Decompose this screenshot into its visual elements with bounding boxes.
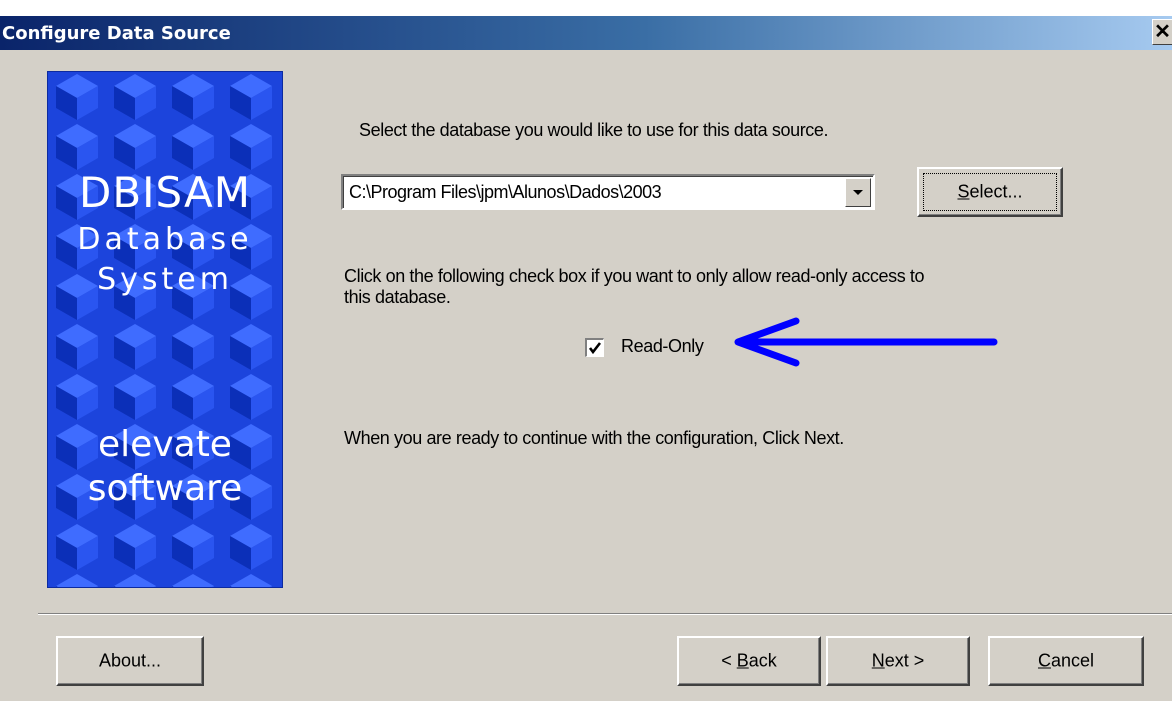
checkmark-icon bbox=[588, 342, 602, 355]
close-icon: ✕ bbox=[1154, 21, 1171, 43]
readonly-checkbox-label[interactable]: Read-Only bbox=[621, 336, 704, 357]
banner-line-system: System bbox=[97, 262, 233, 297]
database-path-value: C:\Program Files\jpm\Alunos\Dados\2003 bbox=[349, 182, 662, 202]
cancel-button[interactable]: Cancel bbox=[988, 636, 1144, 686]
readonly-checkbox[interactable] bbox=[585, 338, 604, 357]
combo-dropdown-button[interactable] bbox=[845, 178, 871, 207]
dialog-body: DBISAM Database System elevate software … bbox=[0, 50, 1172, 701]
readonly-instruction-line2: this database. bbox=[344, 287, 451, 307]
banner-company-line2: software bbox=[87, 468, 243, 509]
continue-instruction: When you are ready to continue with the … bbox=[344, 428, 844, 448]
close-button[interactable]: ✕ bbox=[1152, 19, 1172, 45]
banner-line-database: Database bbox=[77, 222, 253, 257]
annotation-arrow-icon bbox=[734, 317, 998, 367]
readonly-instruction-line1: Click on the following check box if you … bbox=[344, 266, 925, 286]
dbisam-banner: DBISAM Database System elevate software bbox=[47, 71, 283, 588]
about-button[interactable]: About... bbox=[56, 636, 204, 686]
select-button[interactable]: Select... bbox=[917, 167, 1063, 217]
select-db-instruction: Select the database you would like to us… bbox=[359, 120, 829, 140]
database-path-combo[interactable]: C:\Program Files\jpm\Alunos\Dados\2003 bbox=[341, 174, 875, 210]
banner-company-line1: elevate bbox=[98, 424, 232, 465]
title-bar: Configure Data Source ✕ bbox=[0, 16, 1172, 50]
banner-pattern bbox=[48, 72, 282, 587]
next-button[interactable]: Next > bbox=[826, 636, 970, 686]
window-title: Configure Data Source bbox=[2, 23, 231, 44]
chevron-down-icon bbox=[853, 190, 863, 195]
banner-product-name: DBISAM bbox=[79, 168, 251, 217]
back-button[interactable]: < Back bbox=[677, 636, 821, 686]
